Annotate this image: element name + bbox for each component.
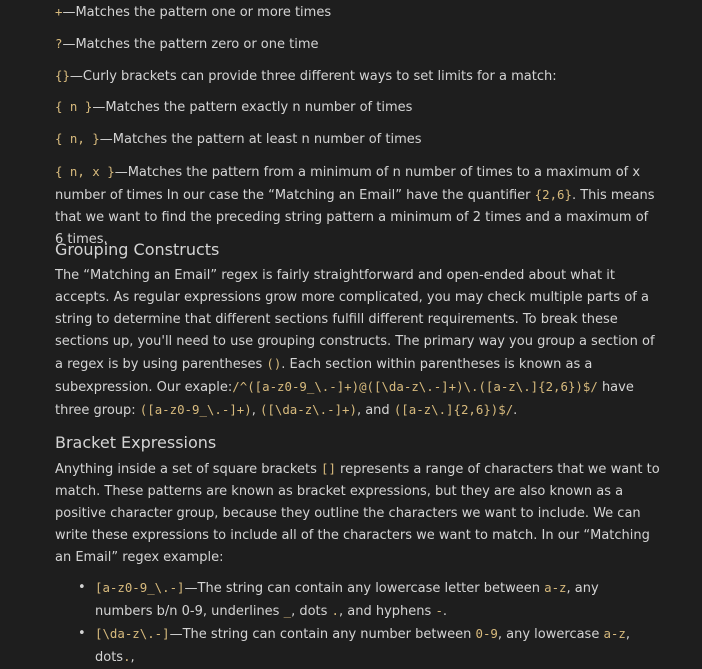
code-inline: . (123, 649, 131, 664)
code-inline: a-z (603, 626, 626, 641)
quantifier-exact: { n }—Matches the pattern exactly n numb… (55, 99, 413, 115)
quantifier-atleast: { n, }—Matches the pattern at least n nu… (55, 131, 422, 147)
code-inline: ([\da-z\.-]+) (259, 402, 357, 417)
quantifier-plus: +—Matches the pattern one or more times (55, 4, 332, 20)
code-inline: { n, } (55, 131, 100, 146)
code-inline: /^([a-z0-9_\.-]+)@([\da-z\.-]+)\.([a-z\.… (232, 379, 598, 394)
quantifier-question: ?—Matches the pattern zero or one time (55, 36, 319, 52)
code-inline: 0-9 (475, 626, 498, 641)
code-inline: () (266, 356, 282, 371)
bracket-paragraph: Anything inside a set of square brackets… (55, 461, 660, 565)
quantifier-range: { n, x }—Matches the pattern from a mini… (55, 164, 655, 247)
code-inline: [] (320, 461, 336, 476)
quantifier-curly: {}—Curly brackets can provide three diff… (55, 68, 557, 84)
code-inline: [\da-z\.-] (95, 626, 170, 641)
code-inline: a-z (544, 580, 567, 595)
code-inline: { n } (55, 99, 93, 114)
bracket-list: [a-z0-9_\.-]—The string can contain any … (55, 577, 660, 669)
markdown-preview: +—Matches the pattern one or more times … (0, 0, 702, 665)
code-inline: { n, x } (55, 164, 115, 179)
code-inline: _ (283, 603, 292, 618)
code-inline: ([a-z0-9_\.-]+) (139, 402, 252, 417)
grouping-paragraph: The “Matching an Email” regex is fairly … (55, 268, 655, 418)
code-inline: {2,6} (534, 187, 572, 202)
code-inline: [a-z0-9_\.-] (95, 580, 185, 595)
code-inline: ([a-z\.]{2,6})$/ (393, 402, 514, 417)
list-item: [\da-z\.-]—The string can contain any nu… (78, 623, 660, 669)
heading-grouping-constructs: Grouping Constructs (55, 240, 220, 259)
code-inline: {} (55, 68, 70, 83)
list-item: [a-z0-9_\.-]—The string can contain any … (78, 577, 660, 623)
code-inline: - (435, 603, 443, 618)
code-inline: . (331, 603, 340, 618)
heading-bracket-expressions: Bracket Expressions (55, 433, 217, 452)
